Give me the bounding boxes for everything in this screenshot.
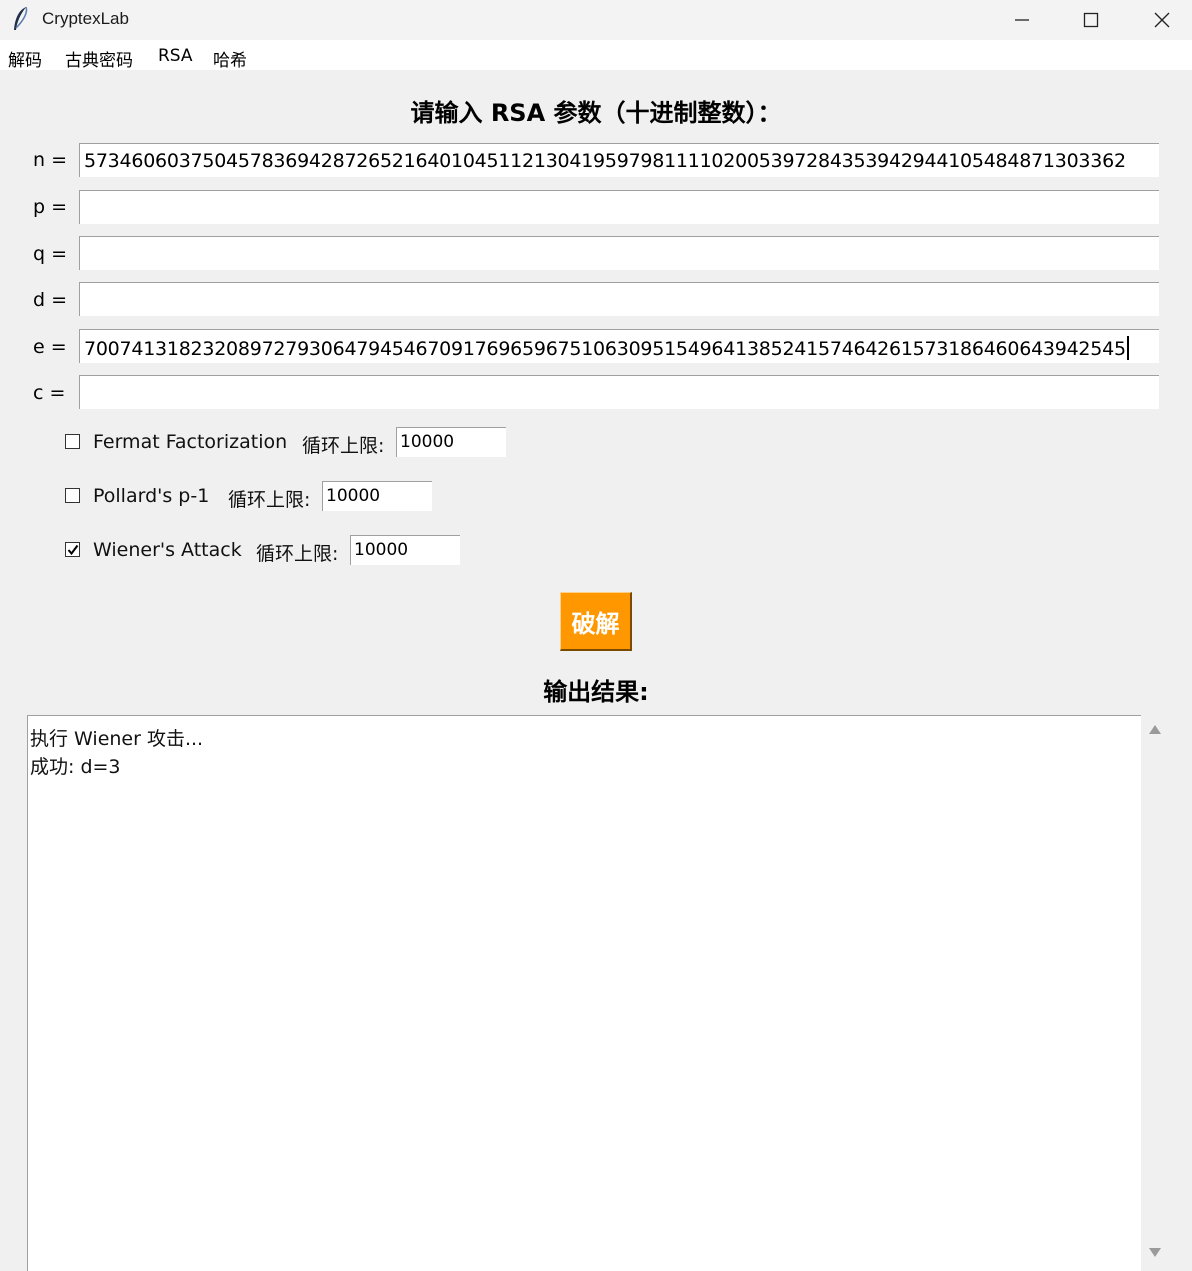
wiener-checkbox[interactable] (65, 542, 80, 557)
window-title: CryptexLab (42, 9, 129, 28)
checkmark-icon (67, 544, 79, 556)
pollard-limit-input[interactable]: 10000 (322, 481, 432, 511)
close-button[interactable] (1139, 0, 1185, 40)
wiener-limit-label: 循环上限: (256, 543, 339, 565)
q-input[interactable] (79, 236, 1159, 270)
scroll-down-icon[interactable] (1149, 1248, 1161, 1257)
title-bar: CryptexLab (0, 0, 1192, 40)
menu-rsa[interactable]: RSA (158, 46, 193, 66)
output-scrollbar[interactable] (1143, 715, 1167, 1271)
n-value: 5734606037504578369428726521640104511213… (84, 150, 1126, 172)
minimize-icon (1015, 19, 1029, 21)
menu-decode[interactable]: 解码 (8, 46, 42, 71)
n-label: n = (33, 149, 68, 171)
e-input[interactable]: 7007413182320897279306479454670917696596… (79, 329, 1159, 363)
fermat-checkbox[interactable] (65, 434, 80, 449)
fermat-limit-value: 10000 (400, 432, 455, 452)
e-value: 7007413182320897279306479454670917696596… (84, 338, 1126, 360)
menu-hash[interactable]: 哈希 (213, 46, 247, 71)
menu-bar: 解码 古典密码 RSA 哈希 (0, 40, 1192, 71)
p-label: p = (33, 196, 68, 218)
output-line: 成功: d=3 (30, 756, 121, 778)
maximize-button[interactable] (1068, 0, 1114, 40)
output-textarea[interactable]: 执行 Wiener 攻击... 成功: d=3 (27, 715, 1141, 1271)
crack-button[interactable]: 破解 (560, 592, 632, 651)
output-line: 执行 Wiener 攻击... (30, 728, 204, 750)
wiener-limit-input[interactable]: 10000 (350, 535, 460, 565)
n-input[interactable]: 5734606037504578369428726521640104511213… (79, 143, 1159, 177)
p-input[interactable] (79, 190, 1159, 224)
feather-icon (14, 6, 28, 30)
close-icon (1154, 12, 1170, 28)
d-label: d = (33, 289, 68, 311)
wiener-label: Wiener's Attack (93, 539, 242, 561)
scroll-up-icon[interactable] (1149, 725, 1161, 734)
fermat-label: Fermat Factorization (93, 431, 288, 453)
pollard-limit-value: 10000 (326, 486, 381, 506)
e-label: e = (33, 336, 67, 358)
wiener-limit-value: 10000 (354, 540, 409, 560)
d-input[interactable] (79, 282, 1159, 316)
pollard-label: Pollard's p-1 (93, 485, 210, 507)
fermat-limit-input[interactable]: 10000 (396, 427, 506, 457)
pollard-limit-label: 循环上限: (228, 489, 311, 511)
c-label: c = (33, 382, 66, 404)
menu-classical-cipher[interactable]: 古典密码 (65, 46, 133, 71)
fermat-limit-label: 循环上限: (302, 435, 385, 457)
output-heading: 输出结果: (543, 678, 649, 706)
pollard-checkbox[interactable] (65, 488, 80, 503)
text-caret (1126, 336, 1129, 360)
maximize-icon (1083, 12, 1099, 28)
form-heading: 请输入 RSA 参数（十进制整数）： (410, 99, 782, 127)
c-input[interactable] (79, 375, 1159, 409)
q-label: q = (33, 243, 68, 265)
minimize-button[interactable] (999, 0, 1045, 40)
